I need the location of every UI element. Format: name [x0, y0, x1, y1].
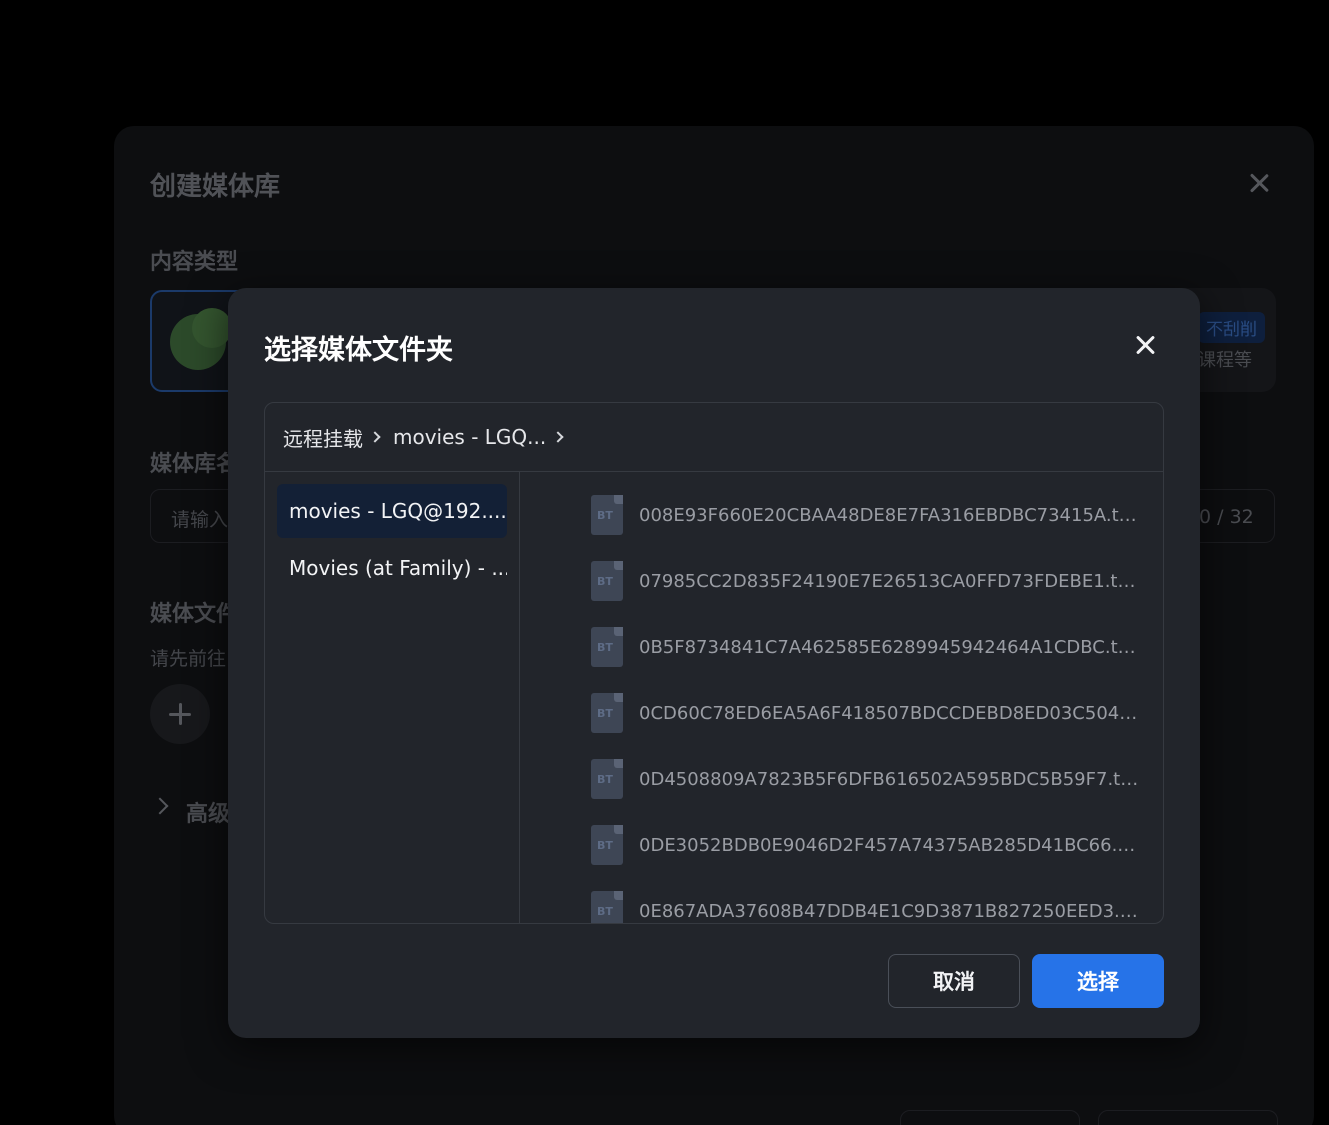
- file-list[interactable]: BT 008E93F660E20CBAA48DE8E7FA316EBDBC734…: [521, 472, 1163, 923]
- add-folder-button[interactable]: [150, 684, 210, 744]
- bt-file-icon: BT: [591, 759, 623, 799]
- screen: 创建媒体库 内容类型 不刮削 课程等 媒体库名 请输入 0 / 32 媒体文件 …: [0, 0, 1329, 1125]
- content-type-desc: 课程等: [1198, 350, 1252, 371]
- bg-cancel-button[interactable]: [900, 1110, 1080, 1125]
- no-scrape-tag: 不刮削: [1198, 312, 1265, 343]
- folder-browser: 远程挂载 movies - LGQ... movies - LGQ@192...…: [264, 402, 1164, 924]
- bt-file-icon-text: BT: [597, 509, 613, 522]
- file-name: 0D4508809A7823B5F6DFB616502A595BDC5B59F7…: [639, 768, 1139, 790]
- file-name: 07985CC2D835F24190E7E26513CA0FFD73FDEBE1…: [639, 570, 1139, 592]
- film-reel-icon: [170, 308, 232, 370]
- drive-item-movies-lgq[interactable]: movies - LGQ@192....: [277, 484, 507, 538]
- bt-file-icon: BT: [591, 891, 623, 923]
- select-folder-modal: 选择媒体文件夹 远程挂载 movies - LGQ... movies - LG…: [228, 288, 1200, 1038]
- chevron-right-icon: [369, 431, 381, 443]
- media-folder-label: 媒体文件: [150, 602, 239, 627]
- bt-file-icon-text: BT: [597, 641, 613, 654]
- breadcrumb: 远程挂载 movies - LGQ...: [265, 403, 1163, 472]
- name-char-counter: 0 / 32: [1199, 506, 1254, 528]
- select-button[interactable]: 选择: [1032, 954, 1164, 1008]
- breadcrumb-item-remote-mount[interactable]: 远程挂载: [283, 423, 363, 452]
- file-name: 0B5F8734841C7A462585E6289945942464A1CDBC…: [639, 636, 1139, 658]
- drive-list: movies - LGQ@192.... Movies (at Family) …: [265, 472, 520, 923]
- bt-file-icon-text: BT: [597, 707, 613, 720]
- bt-file-icon-text: BT: [597, 839, 613, 852]
- chevron-right-icon: [552, 431, 564, 443]
- bt-file-icon: BT: [591, 561, 623, 601]
- drive-item-movies-family[interactable]: Movies (at Family) - ...: [277, 541, 507, 595]
- bt-file-icon-text: BT: [597, 905, 613, 918]
- media-folder-hint: 请先前往: [150, 648, 227, 670]
- content-type-label: 内容类型: [150, 250, 239, 275]
- file-name: 008E93F660E20CBAA48DE8E7FA316EBDBC73415A…: [639, 504, 1139, 526]
- close-icon[interactable]: [1246, 170, 1272, 196]
- cancel-button[interactable]: 取消: [888, 954, 1020, 1008]
- bt-file-icon-text: BT: [597, 575, 613, 588]
- file-name: 0DE3052BDB0E9046D2F457A74375AB285D41BC66…: [639, 834, 1139, 856]
- close-icon[interactable]: [1132, 332, 1158, 358]
- file-row[interactable]: BT 008E93F660E20CBAA48DE8E7FA316EBDBC734…: [591, 490, 1151, 540]
- file-row[interactable]: BT 0DE3052BDB0E9046D2F457A74375AB285D41B…: [591, 820, 1151, 870]
- file-row[interactable]: BT 0B5F8734841C7A462585E6289945942464A1C…: [591, 622, 1151, 672]
- bt-file-icon: BT: [591, 627, 623, 667]
- advanced-settings-toggle[interactable]: 高级: [186, 796, 230, 828]
- file-name: 0E867ADA37608B47DDB4E1C9D3871B827250EED3…: [639, 900, 1139, 922]
- bt-file-icon: BT: [591, 825, 623, 865]
- file-row[interactable]: BT 0E867ADA37608B47DDB4E1C9D3871B827250E…: [591, 886, 1151, 923]
- chevron-right-icon[interactable]: [151, 797, 169, 815]
- library-name-label: 媒体库名: [150, 452, 239, 477]
- bt-file-icon-text: BT: [597, 773, 613, 786]
- bt-file-icon: BT: [591, 693, 623, 733]
- bg-confirm-button[interactable]: [1098, 1110, 1278, 1125]
- file-row[interactable]: BT 07985CC2D835F24190E7E26513CA0FFD73FDE…: [591, 556, 1151, 606]
- file-row[interactable]: BT 0D4508809A7823B5F6DFB616502A595BDC5B5…: [591, 754, 1151, 804]
- library-name-placeholder: 请输入: [171, 509, 229, 531]
- file-name: 0CD60C78ED6EA5A6F418507BDCCDEBD8ED03C504…: [639, 702, 1139, 724]
- create-library-title: 创建媒体库: [150, 172, 281, 202]
- modal-title: 选择媒体文件夹: [264, 335, 453, 366]
- breadcrumb-item-movies[interactable]: movies - LGQ...: [393, 425, 546, 449]
- bt-file-icon: BT: [591, 495, 623, 535]
- file-row[interactable]: BT 0CD60C78ED6EA5A6F418507BDCCDEBD8ED03C…: [591, 688, 1151, 738]
